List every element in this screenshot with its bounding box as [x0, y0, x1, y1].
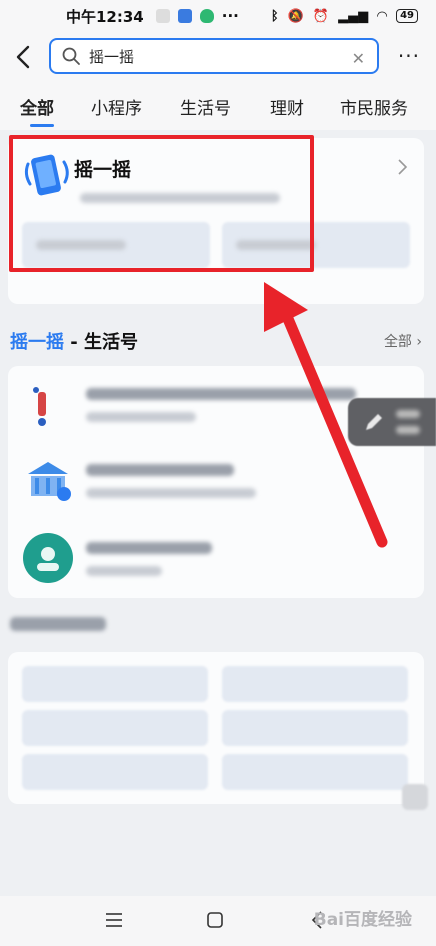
popular-searches-title — [10, 617, 106, 631]
search-header: ✕ ··· — [0, 32, 436, 82]
popular-search-chip[interactable] — [22, 666, 208, 702]
home-icon[interactable] — [205, 910, 225, 930]
section-title: 摇一摇 - 生活号 — [10, 328, 138, 354]
list-item-title — [86, 464, 234, 476]
popular-search-chip[interactable] — [222, 666, 408, 702]
popular-search-chip[interactable] — [222, 754, 408, 790]
status-bar: 中午12:34 ··· ᛒ 🔕 ⏰ ▂▄▆ ◠ 49 — [0, 0, 436, 32]
app-notification-icon — [177, 9, 192, 23]
annotation-arrow — [264, 282, 388, 548]
scroll-top-icon[interactable] — [402, 784, 428, 810]
tab-finance[interactable]: 理财 — [270, 94, 304, 119]
notification-icon — [155, 9, 170, 23]
wifi-icon: ◠ — [377, 8, 388, 24]
mute-icon: 🔕 — [287, 8, 304, 24]
popular-search-chip[interactable] — [22, 754, 208, 790]
avatar — [23, 533, 73, 583]
category-tabs: 全部 小程序 生活号 理财 市民服务 — [0, 82, 436, 130]
watermark-logo: Bai百度经验 — [313, 910, 412, 930]
shield-icon — [199, 9, 214, 23]
popular-search-chip[interactable] — [222, 710, 408, 746]
tab-all[interactable]: 全部 — [20, 94, 54, 119]
alarm-icon: ⏰ — [312, 8, 330, 24]
search-icon — [62, 47, 80, 65]
avatar — [28, 462, 71, 501]
list-item-title — [86, 542, 212, 554]
status-app-icons: ··· — [155, 7, 239, 25]
popular-search-chip[interactable] — [22, 710, 208, 746]
list-item-subtitle — [86, 566, 162, 576]
tab-mini-programs[interactable]: 小程序 — [91, 94, 142, 119]
section-title-keyword: 摇一摇 — [10, 332, 64, 353]
status-time: 中午12:34 — [66, 7, 144, 26]
list-item-subtitle — [86, 488, 256, 498]
more-options-icon[interactable]: ··· — [398, 44, 420, 68]
search-box[interactable]: ✕ — [49, 38, 379, 74]
chevron-right-icon — [398, 159, 408, 175]
tab-citizen-services[interactable]: 市民服务 — [340, 94, 408, 119]
search-input[interactable] — [89, 47, 339, 65]
clear-icon[interactable]: ✕ — [352, 49, 365, 68]
section-title-suffix: - 生活号 — [64, 332, 139, 353]
active-tab-indicator — [30, 124, 54, 127]
menu-icon[interactable] — [104, 910, 124, 930]
signal-icon: ▂▄▆ — [338, 8, 369, 24]
annotation-highlight-box — [9, 135, 314, 272]
back-arrow-icon[interactable] — [14, 42, 34, 72]
list-item-subtitle — [86, 412, 196, 422]
avatar — [33, 387, 46, 426]
more-notifications-icon: ··· — [221, 7, 239, 25]
tab-life-accounts[interactable]: 生活号 — [180, 94, 231, 119]
bluetooth-icon: ᛒ — [270, 8, 279, 24]
status-indicators: ᛒ 🔕 ⏰ ▂▄▆ ◠ 49 — [271, 9, 418, 24]
battery-icon: 49 — [396, 9, 418, 23]
